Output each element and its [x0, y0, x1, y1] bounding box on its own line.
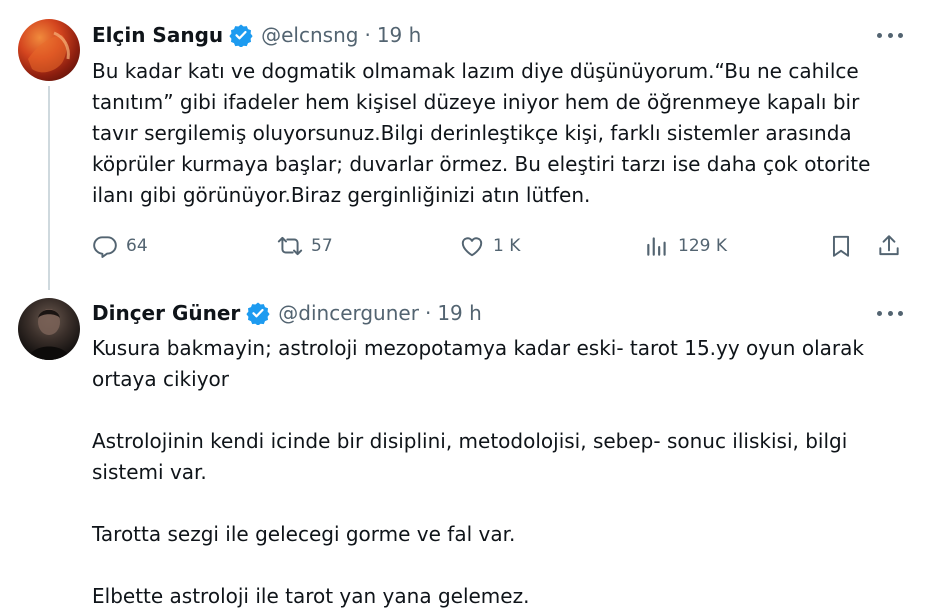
- reply-count: 64: [126, 236, 148, 256]
- more-icon[interactable]: [877, 25, 903, 45]
- tweet-header: Elçin Sangu @elcnsng · 19 h: [92, 21, 421, 49]
- tweet-header: Dinçer Güner @dincerguner · 19 h: [92, 299, 482, 327]
- more-icon[interactable]: [877, 303, 903, 323]
- avatar[interactable]: [18, 298, 80, 360]
- author-handle[interactable]: @elcnsng: [261, 23, 358, 47]
- like-count: 1 K: [493, 236, 521, 256]
- reply-button[interactable]: 64: [92, 231, 148, 261]
- tweet-paragraph: Tarotta sezgi ile gelecegi gorme ve fal …: [92, 522, 516, 546]
- like-button[interactable]: 1 K: [459, 231, 520, 261]
- views-button[interactable]: 129 K: [644, 231, 727, 261]
- tweet-paragraph: Astrolojinin kendi icinde bir disiplini,…: [92, 429, 848, 484]
- author-name[interactable]: Dinçer Güner: [92, 301, 240, 325]
- bookmark-button[interactable]: [828, 231, 854, 261]
- tweet-paragraph: Elbette astroloji ile tarot yan yana gel…: [92, 584, 530, 608]
- tweet-timestamp[interactable]: 19 h: [377, 23, 421, 47]
- avatar[interactable]: [18, 19, 80, 81]
- views-icon: [644, 233, 670, 259]
- repost-button[interactable]: 57: [277, 231, 333, 261]
- reply-icon: [92, 233, 118, 259]
- tweet-paragraph: Kusura bakmayin; astroloji mezopotamya k…: [92, 336, 864, 391]
- tweet-actions: 64 57 1 K 129 K: [92, 231, 907, 261]
- author-name[interactable]: Elçin Sangu: [92, 23, 223, 47]
- tweet-text: Kusura bakmayin; astroloji mezopotamya k…: [92, 333, 902, 612]
- separator-dot: ·: [424, 301, 432, 325]
- verified-badge-icon: [229, 23, 253, 47]
- share-button[interactable]: [876, 231, 902, 261]
- verified-badge-icon: [246, 301, 270, 325]
- timeline: Elçin Sangu @elcnsng · 19 h Bu kadar kat…: [0, 0, 925, 615]
- author-handle[interactable]: @dincerguner: [278, 301, 419, 325]
- thread-line: [48, 86, 50, 290]
- like-icon: [459, 233, 485, 259]
- repost-count: 57: [311, 236, 333, 256]
- views-count: 129 K: [678, 236, 727, 256]
- share-icon: [876, 233, 902, 259]
- separator-dot: ·: [364, 23, 371, 47]
- bookmark-icon: [828, 233, 854, 259]
- repost-icon: [277, 233, 303, 259]
- tweet-timestamp[interactable]: 19 h: [437, 301, 481, 325]
- tweet-text: Bu kadar katı ve dogmatik olmamak lazım …: [92, 59, 871, 207]
